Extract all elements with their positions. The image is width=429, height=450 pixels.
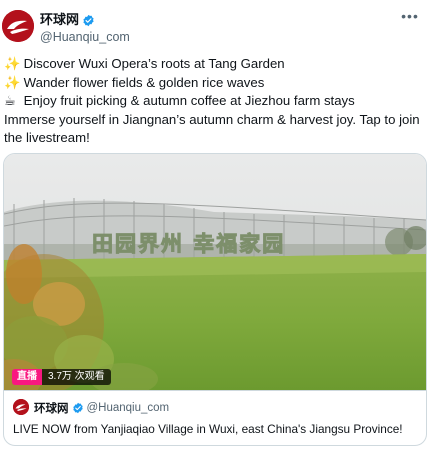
author-display-name[interactable]: 环球网 (40, 12, 130, 28)
verified-badge-icon (83, 14, 94, 26)
verified-badge-icon (72, 402, 83, 414)
author-avatar[interactable] (2, 10, 34, 42)
live-badge: 直播 (12, 369, 42, 385)
live-stats: 直播 3.7万 次观看 (12, 369, 111, 385)
post-text: ✨ Discover Wuxi Opera’s roots at Tang Ga… (4, 55, 424, 148)
coffee-icon: ☕ (4, 93, 16, 108)
post: 环球网 @Huanqiu_com ••• ✨ Discover Wuxi Ope… (0, 0, 429, 450)
post-line-3: ☕ Enjoy fruit picking & autumn coffee at… (4, 92, 424, 111)
card-author-avatar (13, 399, 29, 415)
huanqiu-logo-icon (2, 10, 34, 42)
livestream-thumbnail[interactable]: 田园界州 幸福家园 (4, 154, 426, 390)
card-footer[interactable]: 环球网 @Huanqiu_com LIVE NOW from Yanjiaqia… (4, 390, 426, 445)
post-line-1: ✨ Discover Wuxi Opera’s roots at Tang Ga… (4, 55, 424, 74)
field-sign-text: 田园界州 幸福家园 (92, 232, 285, 256)
livestream-card[interactable]: 田园界州 幸福家园 直播 3.7万 次观看 环球网 @Huanqiu_com L… (3, 153, 427, 446)
farm-field-image: 田园界州 幸福家园 (4, 154, 426, 390)
sparkles-icon: ✨ (4, 56, 21, 71)
card-author-name: 环球网 (34, 403, 69, 415)
author-name-text[interactable]: 环球网 (40, 12, 79, 28)
sparkles-icon: ✨ (4, 74, 21, 90)
card-author-handle: @Huanqiu_com (86, 402, 170, 414)
post-closing-text: Immerse yourself in Jiangnan’s autumn ch… (4, 111, 420, 146)
more-options-icon[interactable]: ••• (399, 9, 421, 28)
post-header: 环球网 @Huanqiu_com ••• (2, 9, 421, 46)
views-count: 3.7万 次观看 (42, 369, 111, 385)
card-author: 环球网 @Huanqiu_com (34, 400, 169, 416)
card-title: LIVE NOW from Yanjiaqiao Village in Wuxi… (13, 422, 403, 436)
post-line-2: ✨ Wander flower fields & golden rice wav… (4, 74, 424, 93)
author-handle[interactable]: @Huanqiu_com (40, 29, 130, 45)
huanqiu-logo-icon (13, 399, 29, 415)
